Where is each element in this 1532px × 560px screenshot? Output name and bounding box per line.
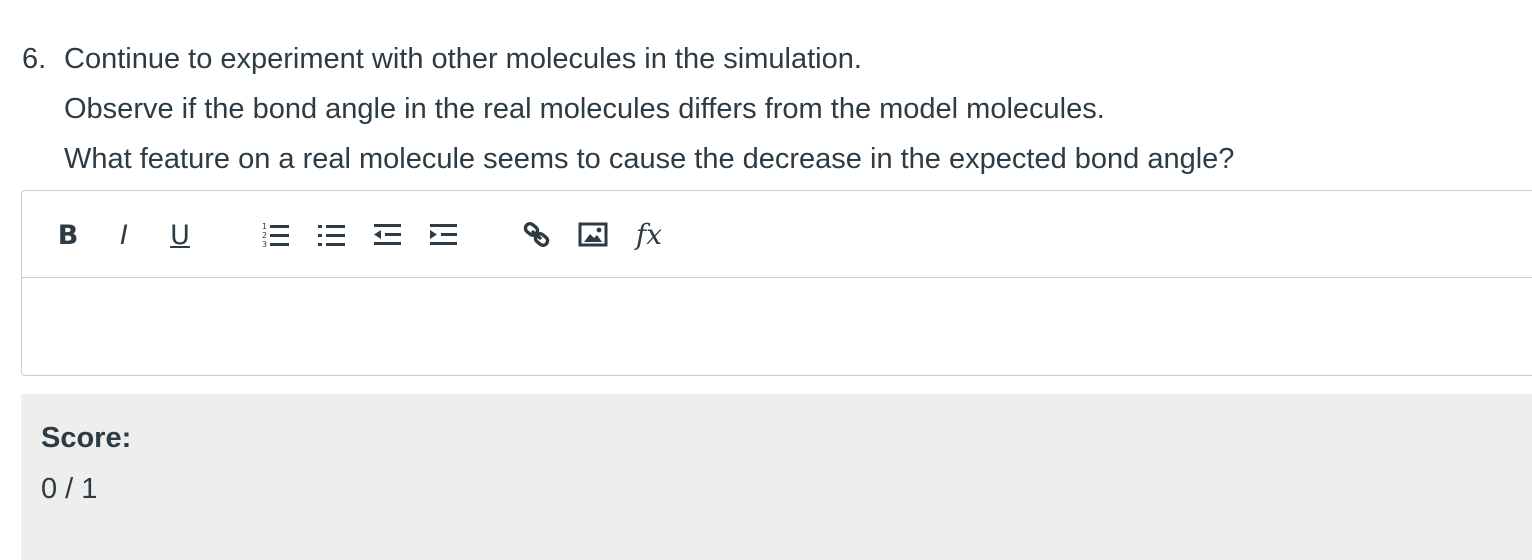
indent-button[interactable] xyxy=(426,217,462,253)
answer-textarea[interactable] xyxy=(22,278,1532,376)
formula-button[interactable]: fx xyxy=(631,217,667,253)
question-text: Continue to experiment with other molecu… xyxy=(64,34,1502,184)
italic-icon: I xyxy=(120,219,128,251)
bullet-list-button[interactable] xyxy=(314,217,350,253)
question: 6. Continue to experiment with other mol… xyxy=(22,34,1502,184)
bold-button[interactable]: B xyxy=(50,217,86,253)
image-button[interactable] xyxy=(575,217,611,253)
editor-toolbar: B I U 1 2 3 fx xyxy=(22,191,1532,278)
numbered-list-icon: 1 2 3 xyxy=(262,222,289,249)
score-value: 0 / 1 xyxy=(41,473,98,505)
question-line-1: Continue to experiment with other molecu… xyxy=(64,43,862,75)
score-panel: Score: 0 / 1 xyxy=(21,394,1532,560)
svg-text:1: 1 xyxy=(262,222,267,231)
question-line-3: What feature on a real molecule seems to… xyxy=(64,143,1235,175)
underline-button[interactable]: U xyxy=(162,217,198,253)
numbered-list-button[interactable]: 1 2 3 xyxy=(258,217,294,253)
outdent-button[interactable] xyxy=(370,217,406,253)
formula-icon: fx xyxy=(635,218,663,251)
bold-icon: B xyxy=(57,219,79,251)
rich-text-editor: B I U 1 2 3 fx xyxy=(21,190,1532,376)
link-button[interactable] xyxy=(519,217,555,253)
score-label: Score: xyxy=(41,422,132,454)
italic-button[interactable]: I xyxy=(106,217,142,253)
link-icon xyxy=(523,222,550,247)
svg-text:2: 2 xyxy=(262,231,267,240)
question-number: 6. xyxy=(22,43,47,75)
svg-text:3: 3 xyxy=(262,240,267,249)
question-line-2: Observe if the bond angle in the real mo… xyxy=(64,93,1105,125)
underline-icon: U xyxy=(170,219,190,251)
indent-icon xyxy=(430,224,457,245)
bullet-list-icon xyxy=(318,225,345,246)
outdent-icon xyxy=(374,224,401,245)
image-icon xyxy=(578,222,608,247)
